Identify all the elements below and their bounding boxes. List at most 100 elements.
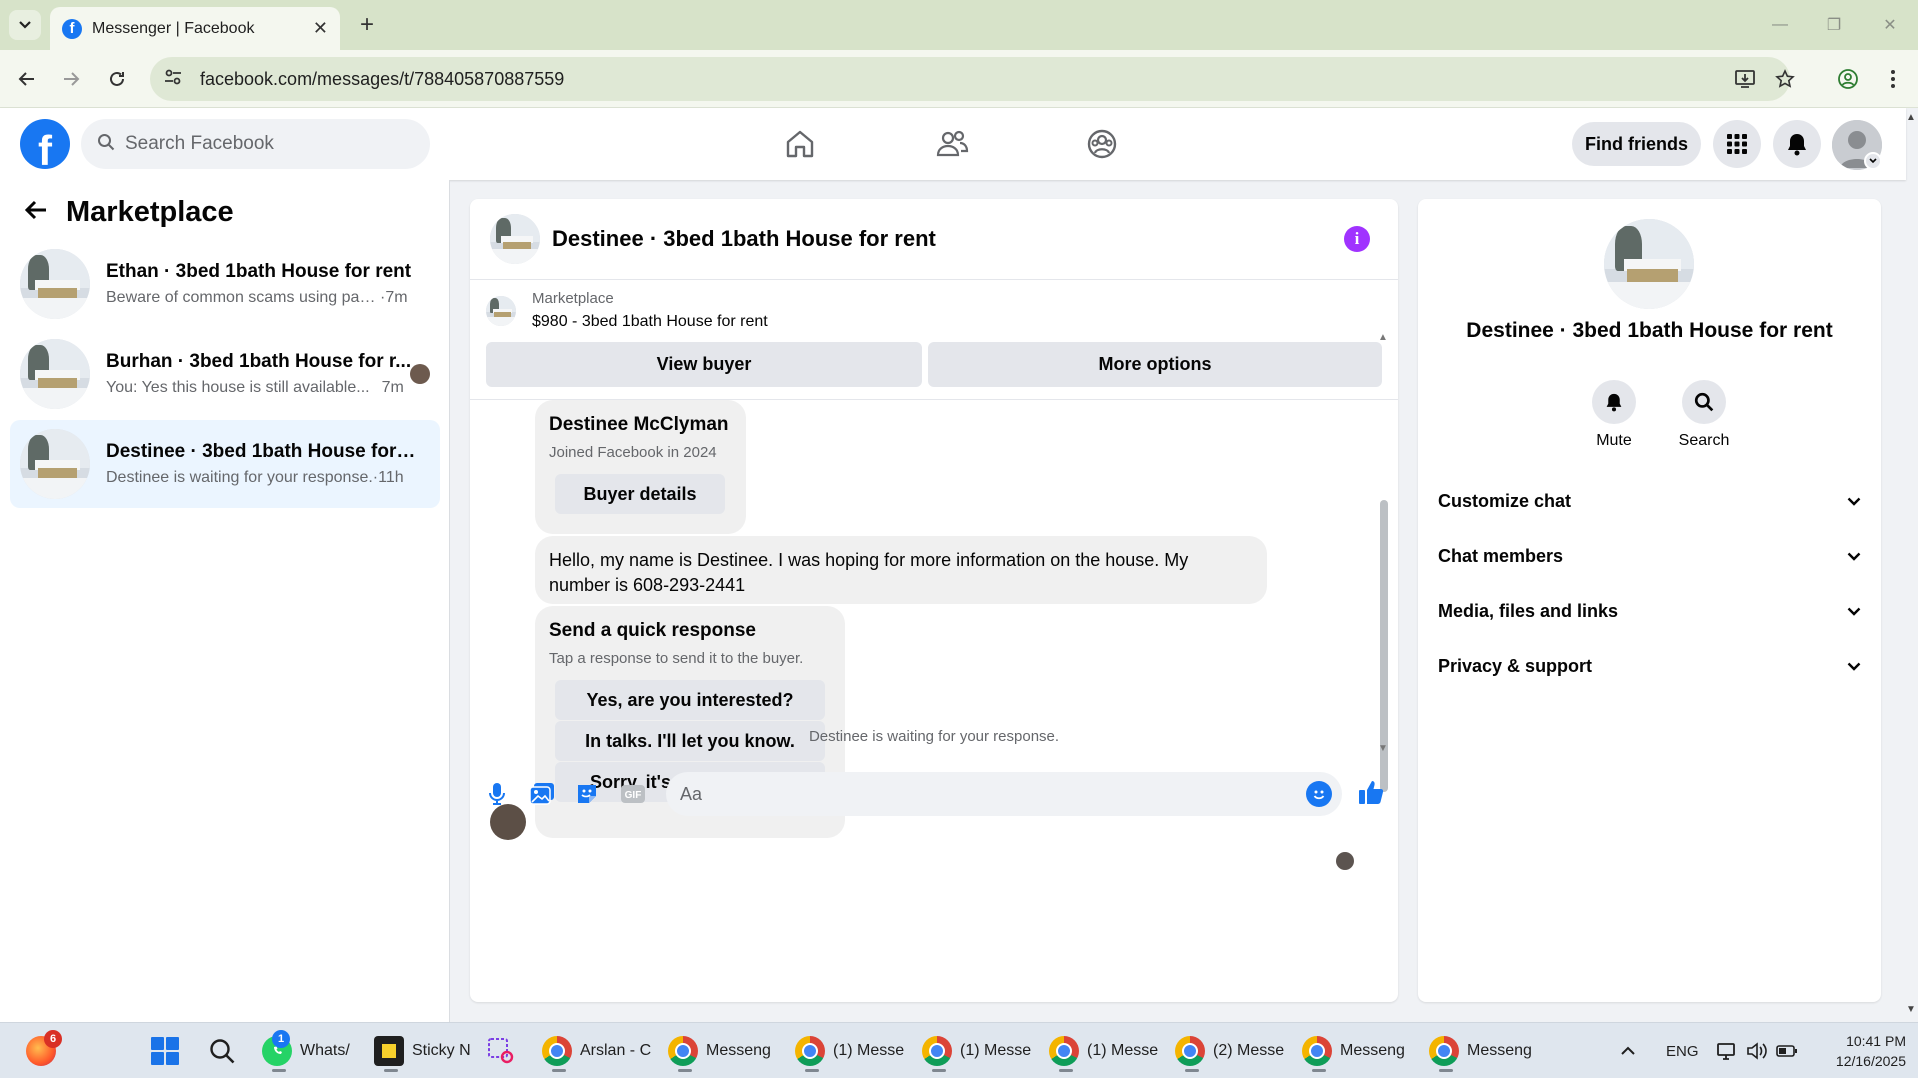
taskbar-chrome-window[interactable]: (1) Messe xyxy=(1049,1031,1158,1072)
reload-button[interactable] xyxy=(102,64,132,94)
microphone-icon[interactable] xyxy=(482,779,512,809)
search-input[interactable] xyxy=(125,133,405,155)
site-settings-icon[interactable] xyxy=(164,69,182,90)
chat-details-panel: Destinee · 3bed 1bath House for rent Mut… xyxy=(1418,199,1881,1002)
browser-tab[interactable]: f Messenger | Facebook ✕ xyxy=(50,7,340,50)
system-clock[interactable]: 10:41 PM 12/16/2025 xyxy=(1810,1031,1906,1071)
chat-members-row[interactable]: Chat members xyxy=(1438,534,1861,578)
quick-response-title: Send a quick response xyxy=(549,620,756,641)
chat-scroll-down-arrow-icon[interactable]: ▼ xyxy=(1378,743,1388,754)
chat-avatar[interactable] xyxy=(490,214,540,264)
taskbar-chrome-window[interactable]: Messeng xyxy=(668,1031,771,1072)
find-friends-button[interactable]: Find friends xyxy=(1572,122,1701,166)
search-action[interactable]: Search xyxy=(1669,380,1739,450)
profile-icon[interactable] xyxy=(1835,66,1861,92)
whatsapp-icon: 1 xyxy=(262,1030,292,1072)
taskbar-chrome-window[interactable]: Messeng xyxy=(1302,1031,1405,1072)
mute-action[interactable]: Mute xyxy=(1579,380,1649,450)
media-files-links-row[interactable]: Media, files and links xyxy=(1438,589,1861,633)
customize-chat-row[interactable]: Customize chat xyxy=(1438,479,1861,523)
close-window-button[interactable]: ✕ xyxy=(1870,10,1910,40)
taskbar-chrome-window[interactable]: Messeng xyxy=(1429,1031,1532,1072)
seen-avatar xyxy=(1336,852,1354,870)
account-chevron-icon[interactable] xyxy=(1864,152,1882,170)
install-app-icon[interactable] xyxy=(1732,66,1758,92)
menu-button[interactable] xyxy=(1713,120,1761,168)
view-buyer-button[interactable]: View buyer xyxy=(486,342,922,387)
info-icon[interactable]: i xyxy=(1344,226,1370,252)
taskbar-whatsapp[interactable]: 1 Whats/ xyxy=(262,1030,350,1072)
conversation-item[interactable]: Ethan · 3bed 1bath House for rent Beware… xyxy=(10,240,440,328)
taskbar-chrome-window[interactable]: Arslan - C xyxy=(542,1031,651,1072)
forward-button[interactable] xyxy=(56,64,86,94)
message-input-wrapper xyxy=(666,772,1342,816)
chevron-down-icon xyxy=(19,16,31,34)
buyer-details-button[interactable]: Buyer details xyxy=(555,474,725,514)
page-scroll-up-arrow-icon[interactable]: ▲ xyxy=(1906,112,1916,123)
show-hidden-icons-button[interactable] xyxy=(1620,1031,1636,1071)
nav-groups[interactable] xyxy=(1082,124,1122,164)
search-label: Search xyxy=(1678,432,1730,449)
new-tab-button[interactable]: + xyxy=(352,10,382,40)
facebook-header: f Find friends xyxy=(0,108,1906,180)
taskbar-chrome-window[interactable]: (1) Messe xyxy=(922,1031,1031,1072)
taskbar-snipping-tool[interactable] xyxy=(486,1031,516,1071)
windows-taskbar: 6 1 Whats/ Sticky N Arslan - C Messeng (… xyxy=(0,1022,1918,1078)
marketplace-listing-bar: Marketplace $980 - 3bed 1bath House for … xyxy=(470,280,1398,400)
seen-avatar xyxy=(410,364,430,384)
notifications-button[interactable] xyxy=(1773,120,1821,168)
taskbar-chrome-window[interactable]: (2) Messe xyxy=(1175,1031,1284,1072)
emoji-icon[interactable] xyxy=(1306,781,1332,807)
message-text-line: Hello, my name is Destinee. I was hoping… xyxy=(549,550,1189,570)
more-options-button[interactable]: More options xyxy=(928,342,1382,387)
sticker-icon[interactable] xyxy=(572,779,602,809)
start-button[interactable] xyxy=(150,1031,180,1071)
battery-icon[interactable] xyxy=(1776,1031,1798,1071)
message-input[interactable] xyxy=(680,783,1240,805)
minimize-button[interactable]: — xyxy=(1760,10,1800,40)
nav-home[interactable] xyxy=(780,124,820,164)
conversation-title: Ethan · 3bed 1bath House for rent xyxy=(106,261,412,282)
taskbar-firefox[interactable]: 6 xyxy=(26,1030,64,1071)
browser-menu-icon[interactable] xyxy=(1880,66,1906,92)
close-tab-icon[interactable]: ✕ xyxy=(313,18,328,39)
details-avatar xyxy=(1604,219,1694,309)
network-icon[interactable] xyxy=(1716,1031,1738,1071)
bookmark-star-icon[interactable] xyxy=(1772,66,1798,92)
marketplace-sidebar: Marketplace Ethan · 3bed 1bath House for… xyxy=(0,180,450,1022)
chat-panel: Destinee · 3bed 1bath House for rent i M… xyxy=(470,199,1398,1002)
mute-label: Mute xyxy=(1596,432,1632,449)
privacy-support-row[interactable]: Privacy & support xyxy=(1438,644,1861,688)
listing-title[interactable]: $980 - 3bed 1bath House for rent xyxy=(532,313,768,331)
quick-response-button[interactable]: Yes, are you interested? xyxy=(555,680,825,720)
conversation-item[interactable]: Burhan · 3bed 1bath House for r... You: … xyxy=(10,330,440,418)
gif-icon[interactable]: GIF xyxy=(618,779,648,809)
photo-icon[interactable] xyxy=(527,779,557,809)
language-indicator[interactable]: ENG xyxy=(1666,1031,1699,1071)
section-label: Customize chat xyxy=(1438,490,1572,511)
chat-title[interactable]: Destinee · 3bed 1bath House for rent xyxy=(552,226,936,252)
taskbar-chrome-window[interactable]: (1) Messe xyxy=(795,1031,904,1072)
taskbar-sticky-notes[interactable]: Sticky N xyxy=(374,1031,471,1072)
taskbar-label: Sticky N xyxy=(412,1042,471,1059)
back-arrow-icon[interactable] xyxy=(24,199,48,226)
volume-icon[interactable] xyxy=(1746,1031,1768,1071)
address-bar[interactable]: facebook.com/messages/t/788405870887559 xyxy=(150,57,1790,101)
tab-search-button[interactable] xyxy=(9,10,41,40)
conversation-preview: Beware of common scams using pay... xyxy=(106,289,376,306)
arrow-right-icon xyxy=(64,72,80,86)
page-scroll-down-arrow-icon[interactable]: ▼ xyxy=(1906,1004,1916,1015)
conversation-item-active[interactable]: Destinee · 3bed 1bath House for re... De… xyxy=(10,420,440,508)
home-icon xyxy=(786,130,814,158)
nav-friends[interactable] xyxy=(932,124,972,164)
restore-button[interactable]: ❐ xyxy=(1814,10,1854,40)
facebook-search[interactable] xyxy=(81,119,430,169)
back-button[interactable] xyxy=(12,64,42,94)
message-bubble: Hello, my name is Destinee. I was hoping… xyxy=(535,536,1267,604)
taskbar-search[interactable] xyxy=(208,1031,236,1071)
chat-scroll-up-arrow-icon[interactable]: ▲ xyxy=(1378,332,1388,343)
message-text-line: number is 608-293-2441 xyxy=(549,575,746,595)
thumbs-up-icon[interactable] xyxy=(1356,777,1386,807)
facebook-logo-icon[interactable]: f xyxy=(20,119,70,169)
conversation-time: ·11h xyxy=(372,469,404,486)
